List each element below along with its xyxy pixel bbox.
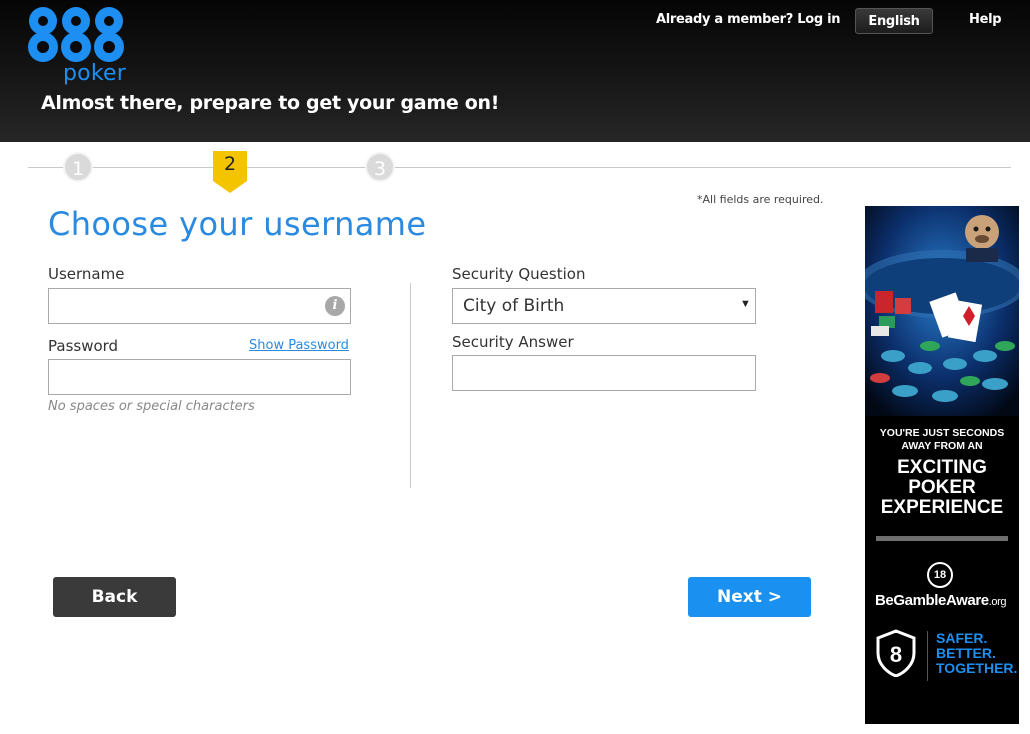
ad-subtext-line-2: AWAY FROM AN bbox=[901, 440, 983, 452]
security-answer-label: Security Answer bbox=[452, 333, 574, 351]
poker-table-illustration bbox=[865, 206, 1019, 416]
security-question-value: City of Birth bbox=[463, 296, 565, 316]
ad-headline-line-3: EXPERIENCE bbox=[880, 497, 1004, 518]
ad-subtext-line-1: YOU'RE JUST SECONDS bbox=[879, 427, 1005, 439]
safer-line-3: TOGETHER. bbox=[936, 660, 1018, 676]
dropdown-arrow-icon: ▼ bbox=[740, 298, 751, 310]
page-title: Choose your username bbox=[48, 205, 427, 243]
header: poker Almost there, prepare to get your … bbox=[0, 0, 1030, 142]
ad-headline-line-2: POKER bbox=[908, 477, 976, 498]
step-2: 2 bbox=[223, 153, 237, 175]
header-tagline: Almost there, prepare to get your game o… bbox=[41, 92, 500, 114]
step-3: 3 bbox=[365, 152, 395, 182]
ad-divider bbox=[876, 536, 1008, 541]
logo-888-graphic bbox=[28, 7, 124, 62]
username-label: Username bbox=[48, 265, 125, 283]
show-password-link[interactable]: Show Password bbox=[249, 338, 349, 353]
step-1: 1 bbox=[63, 152, 93, 182]
safer-line-1: SAFER. bbox=[936, 630, 988, 646]
age-18-badge: 18 bbox=[927, 562, 953, 588]
stepper-line bbox=[28, 167, 1011, 168]
password-input[interactable] bbox=[48, 359, 351, 395]
begambleaware-logo: BeGambleAware.org bbox=[875, 592, 1007, 609]
column-divider bbox=[410, 283, 411, 488]
888poker-logo[interactable]: poker bbox=[28, 6, 128, 86]
security-question-label: Security Question bbox=[452, 265, 586, 283]
ad-subtext: YOU'RE JUST SECONDS AWAY FROM AN bbox=[865, 427, 1019, 453]
security-answer-input[interactable] bbox=[452, 355, 756, 391]
begambleaware-suffix: .org bbox=[988, 596, 1007, 608]
security-question-select[interactable]: City of Birth ▼ bbox=[452, 288, 756, 324]
safer-better-together-text: SAFER. BETTER. TOGETHER. bbox=[927, 631, 1019, 681]
password-hint: No spaces or special characters bbox=[48, 399, 255, 414]
password-label: Password bbox=[48, 337, 119, 355]
info-icon[interactable]: i bbox=[325, 296, 345, 316]
ad-headline-line-1: EXCITING bbox=[897, 457, 987, 478]
ad-banner[interactable]: YOU'RE JUST SECONDS AWAY FROM AN EXCITIN… bbox=[865, 206, 1019, 724]
back-button[interactable]: Back bbox=[53, 577, 176, 617]
logo-poker-text: poker bbox=[63, 61, 126, 86]
next-button[interactable]: Next > bbox=[688, 577, 811, 617]
help-link[interactable]: Help bbox=[969, 12, 1002, 27]
login-link[interactable]: Already a member? Log in bbox=[656, 12, 841, 27]
language-button[interactable]: English bbox=[855, 8, 933, 34]
shield-digit: 8 bbox=[890, 642, 902, 667]
ad-headline: EXCITING POKER EXPERIENCE bbox=[865, 458, 1019, 518]
begambleaware-text: BeGambleAware bbox=[875, 592, 989, 609]
username-input[interactable] bbox=[48, 288, 351, 324]
safer-line-2: BETTER. bbox=[936, 645, 996, 661]
shield-icon: 8 bbox=[876, 629, 916, 677]
required-fields-note: *All fields are required. bbox=[697, 193, 824, 206]
